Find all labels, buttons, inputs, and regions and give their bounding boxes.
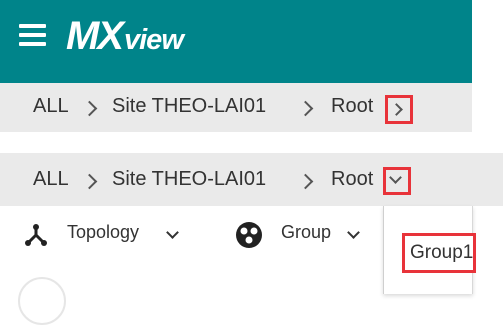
breadcrumb: ALL Site THEO-LAI01 Root xyxy=(0,83,472,132)
breadcrumb-item-site[interactable]: Site THEO-LAI01 xyxy=(112,168,266,191)
chevron-right-icon xyxy=(81,100,98,117)
breadcrumb-item-all[interactable]: ALL xyxy=(33,168,69,191)
mxview-logo: MXview xyxy=(66,14,184,58)
group-menu-button[interactable]: Group xyxy=(235,206,375,262)
breadcrumb-item-root[interactable]: Root xyxy=(331,95,373,118)
chevron-down-icon xyxy=(166,226,179,239)
chevron-down-icon xyxy=(347,226,360,239)
topology-label: Topology xyxy=(67,222,140,242)
chevron-right-icon xyxy=(297,100,314,117)
hamburger-menu-icon[interactable] xyxy=(19,24,46,46)
breadcrumb-item-root[interactable]: Root xyxy=(331,168,373,191)
chevron-right-icon xyxy=(81,173,98,190)
breadcrumb-item-site[interactable]: Site THEO-LAI01 xyxy=(112,95,266,118)
chevron-right-icon xyxy=(390,103,403,116)
expand-children-button[interactable] xyxy=(385,95,413,124)
breadcrumb-item-all[interactable]: ALL xyxy=(33,95,69,118)
expand-children-button[interactable] xyxy=(383,167,411,195)
dropdown-item-group1[interactable]: Group1 xyxy=(402,233,476,273)
chevron-down-icon xyxy=(389,171,402,184)
chevron-right-icon xyxy=(297,173,314,190)
topology-icon xyxy=(25,224,47,246)
breadcrumb: ALL Site THEO-LAI01 Root xyxy=(0,153,503,206)
group-icon xyxy=(236,222,262,248)
avatar xyxy=(18,277,66,325)
group-dropdown-menu: Group1 xyxy=(383,206,476,294)
topology-menu-button[interactable]: Topology xyxy=(24,206,194,262)
app-header: MXview xyxy=(0,0,472,83)
group-label: Group xyxy=(281,222,332,242)
toolbar: Topology Group xyxy=(0,206,385,262)
